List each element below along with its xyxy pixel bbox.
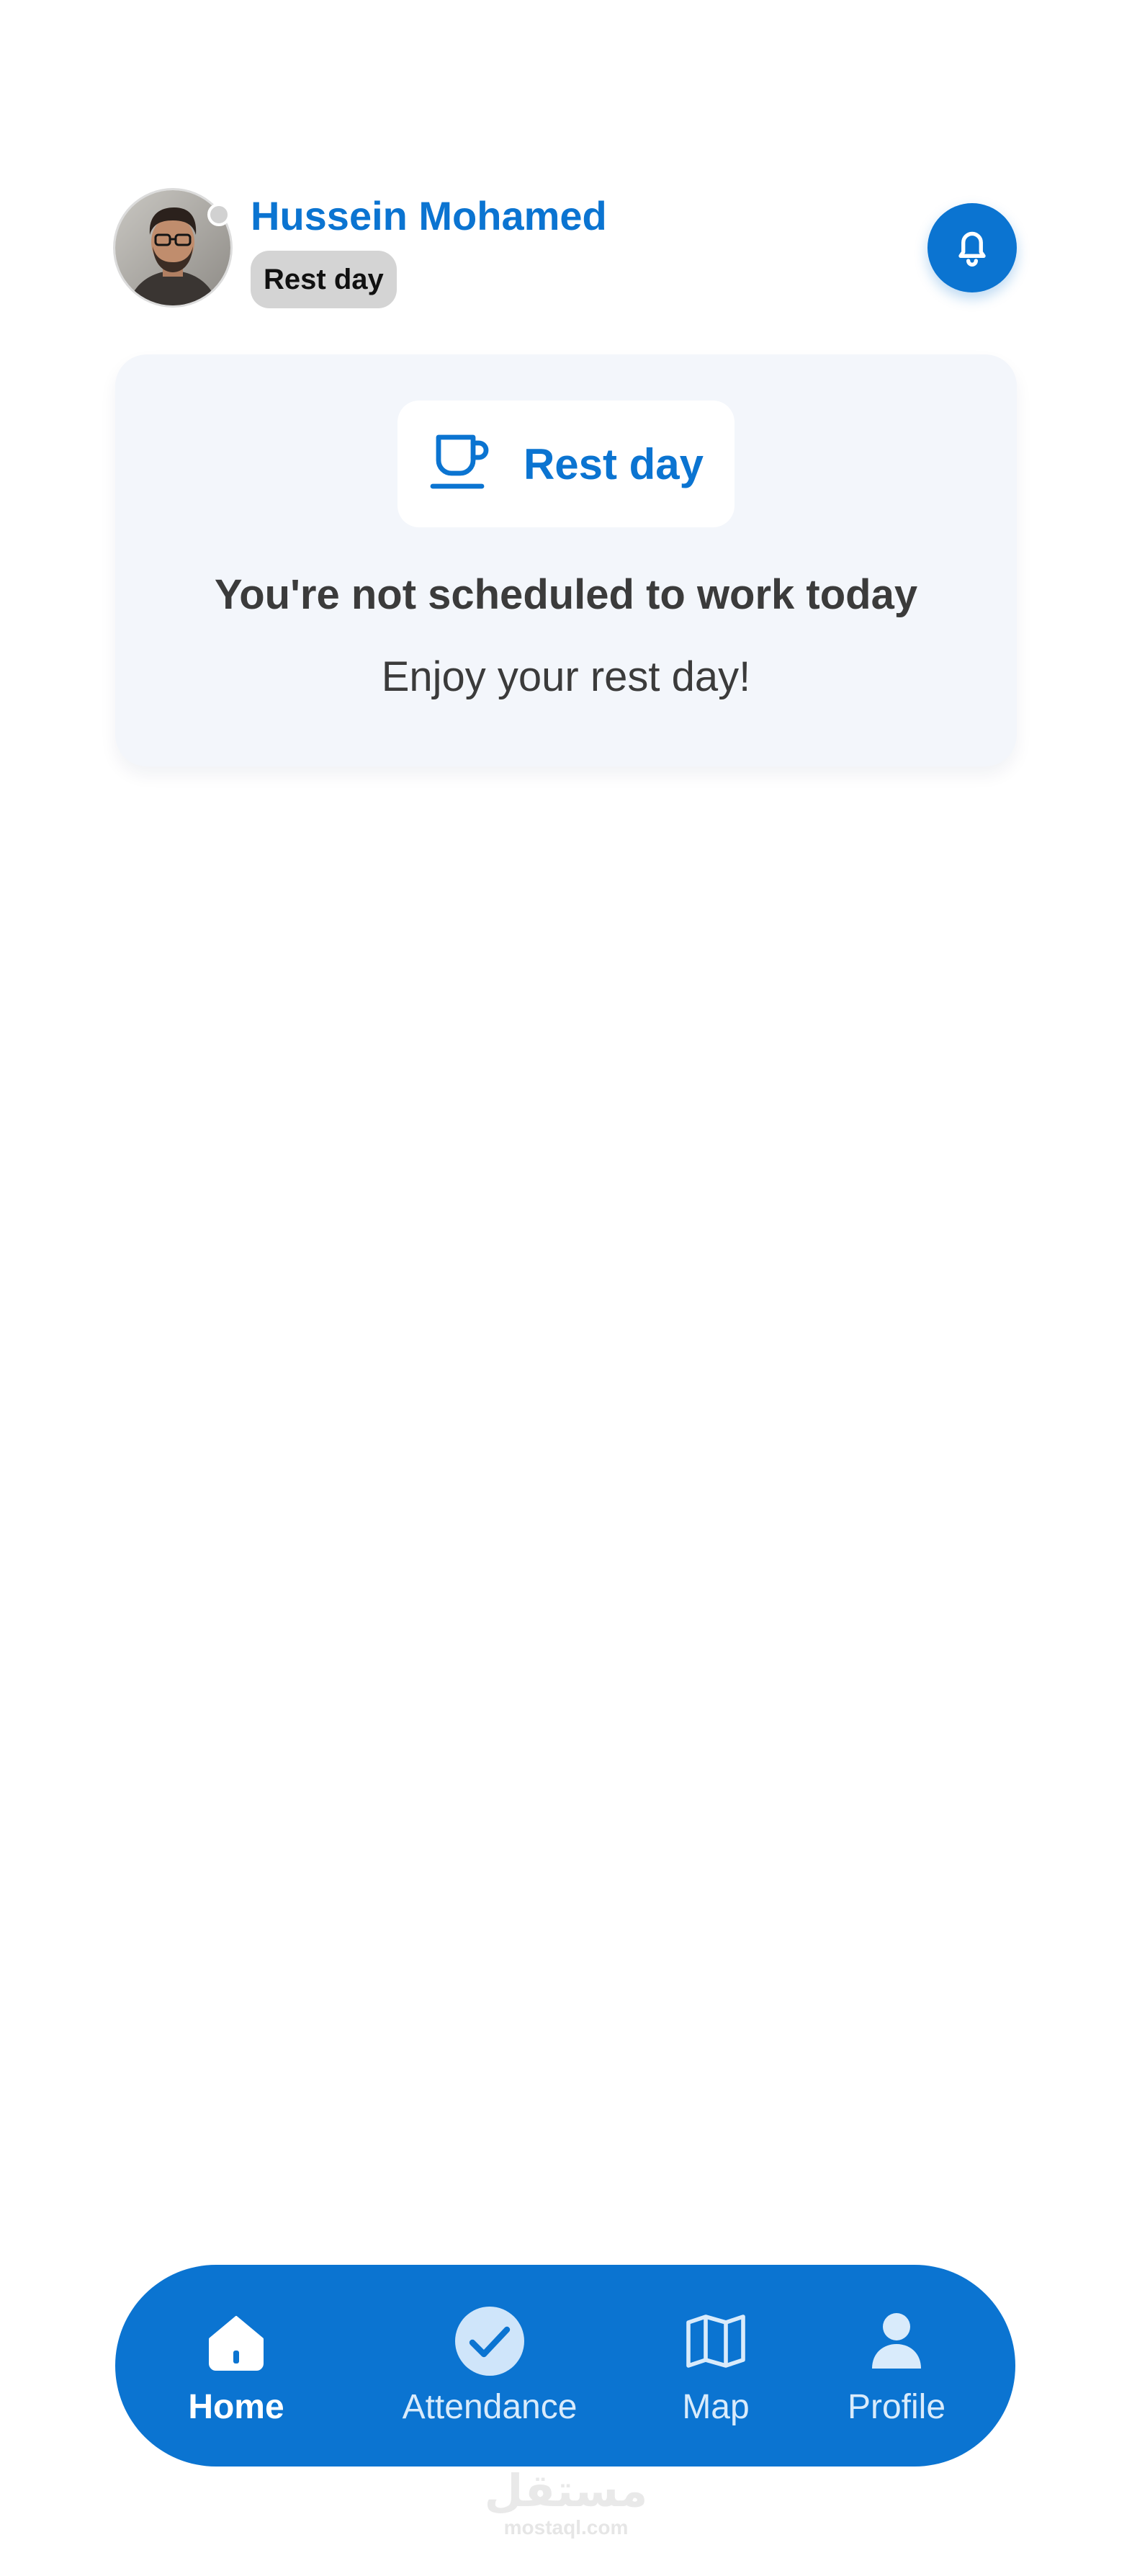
map-icon	[680, 2305, 752, 2377]
nav-item-home[interactable]: Home	[179, 2265, 294, 2467]
rest-day-chip-label: Rest day	[523, 439, 704, 488]
card-title: You're not scheduled to work today	[214, 571, 918, 618]
nav-item-map[interactable]: Map	[658, 2265, 773, 2467]
nav-item-attendance[interactable]: Attendance	[382, 2265, 598, 2467]
card-subtitle: Enjoy your rest day!	[381, 653, 751, 700]
home-icon	[200, 2305, 272, 2377]
user-avatar[interactable]	[115, 190, 230, 305]
watermark: مستقل mostaql.com	[0, 2467, 1132, 2539]
notifications-button[interactable]	[927, 203, 1017, 292]
nav-label-map: Map	[682, 2388, 750, 2426]
presence-indicator	[207, 203, 230, 226]
bell-icon	[949, 223, 995, 273]
nav-item-profile[interactable]: Profile	[835, 2265, 958, 2467]
status-badge: Rest day	[251, 251, 397, 308]
coffee-cup-icon	[428, 431, 499, 497]
bottom-navigation: Home Attendance Map Profile	[115, 2265, 1015, 2467]
rest-day-chip: Rest day	[397, 401, 735, 527]
nav-label-attendance: Attendance	[402, 2388, 578, 2426]
nav-label-profile: Profile	[847, 2388, 946, 2426]
watermark-site: mostaql.com	[503, 2516, 629, 2539]
watermark-logo: مستقل	[484, 2467, 648, 2516]
check-circle-icon	[454, 2305, 526, 2377]
user-icon	[861, 2305, 933, 2377]
rest-day-card: Rest day You're not scheduled to work to…	[115, 354, 1017, 766]
user-name: Hussein Mohamed	[251, 193, 607, 238]
nav-label-home: Home	[188, 2388, 284, 2426]
